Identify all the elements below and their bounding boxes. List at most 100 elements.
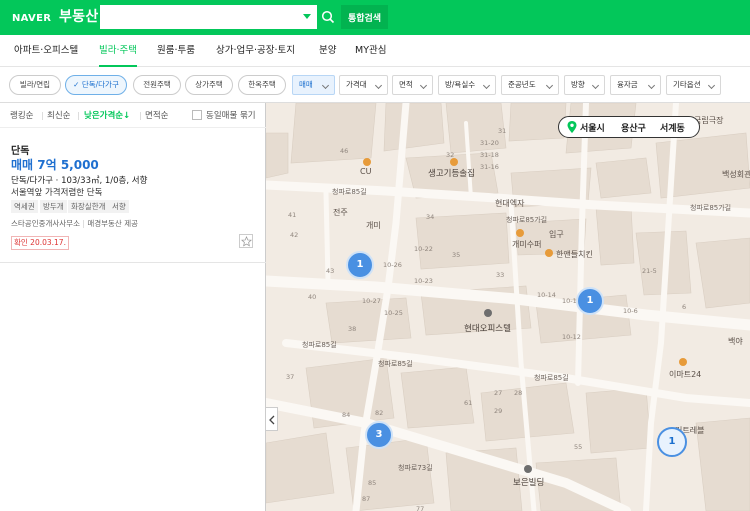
dropdown-direction-label: 방향 bbox=[571, 80, 585, 89]
lot-number: 31-18 bbox=[480, 151, 499, 159]
main-nav: 아파트·오피스텔 빌라·주택 원룸·투룸 상가·업무·공장·토지 분양 MY관심 bbox=[0, 35, 750, 67]
listing-tag: 화장실한개 bbox=[68, 200, 109, 213]
lot-number: 87 bbox=[362, 495, 371, 503]
map-place-baekya[interactable]: 백야 bbox=[728, 336, 743, 347]
sort-bar: 랭킹순 최신순 낮은가격순↓ 면적순 동일매물 묶기 bbox=[0, 103, 266, 128]
confirm-date-badge: 확인 20.03.17. bbox=[11, 236, 69, 250]
search-input[interactable] bbox=[100, 5, 295, 29]
building-icon bbox=[484, 309, 492, 317]
nav-villa-house[interactable]: 빌라·주택 bbox=[99, 35, 137, 67]
panel-collapse-button[interactable] bbox=[266, 407, 278, 431]
location-dong[interactable]: 서계동 bbox=[660, 121, 685, 134]
road-label: 청파로85길 bbox=[378, 360, 413, 368]
map-place-baekseong[interactable]: 백성회관 극장 bbox=[722, 169, 750, 180]
lot-number: 55 bbox=[574, 443, 583, 451]
nav-commercial[interactable]: 상가·업무·공장·토지 bbox=[216, 35, 295, 67]
sort-latest[interactable]: 최신순 bbox=[47, 109, 70, 121]
total-search-button[interactable]: 통합검색 bbox=[341, 5, 388, 29]
lot-number: 10-25 bbox=[384, 309, 403, 317]
lot-number: 33 bbox=[496, 271, 505, 279]
nav-my-interest[interactable]: MY관심 bbox=[355, 35, 386, 67]
map-place-gaemi-super[interactable]: 개미수퍼 bbox=[512, 239, 541, 250]
lot-number: 21-5 bbox=[642, 267, 657, 275]
nav-apt-officetel[interactable]: 아파트·오피스텔 bbox=[14, 35, 78, 67]
chip-detached[interactable]: ✓ 단독/다가구 bbox=[65, 75, 127, 95]
lot-number: 34 bbox=[426, 213, 435, 221]
nav-presale[interactable]: 분양 bbox=[319, 35, 336, 67]
chip-commercial-house[interactable]: 상가주택 bbox=[185, 75, 233, 95]
sort-divider bbox=[140, 112, 141, 120]
lot-number: 10-6 bbox=[623, 307, 638, 315]
lot-number: 6 bbox=[682, 303, 687, 311]
chip-country-house[interactable]: 전원주택 bbox=[133, 75, 181, 95]
sort-low-price[interactable]: 낮은가격순↓ bbox=[84, 109, 130, 121]
lot-number: 29 bbox=[494, 407, 503, 415]
chip-villa[interactable]: 빌라/연립 bbox=[9, 75, 61, 95]
search-dropdown-icon[interactable] bbox=[303, 14, 311, 19]
store-icon bbox=[679, 358, 687, 366]
dropdown-price[interactable]: 가격대 bbox=[339, 75, 388, 95]
map-place-restaurant[interactable]: 생고기등솔집 bbox=[428, 167, 475, 179]
favorite-button[interactable] bbox=[239, 234, 253, 248]
chevron-down-icon bbox=[321, 81, 330, 90]
sort-ranking[interactable]: 랭킹순 bbox=[10, 109, 33, 121]
same-listing-label[interactable]: 동일매물 묶기 bbox=[206, 109, 256, 121]
road-label: 청파로85길 bbox=[534, 374, 569, 382]
dropdown-other-options-label: 기타옵션 bbox=[673, 80, 701, 89]
dropdown-built-year[interactable]: 준공년도 bbox=[501, 75, 559, 95]
dropdown-trade-type[interactable]: 매매 bbox=[292, 75, 335, 95]
restaurant-icon bbox=[545, 249, 553, 257]
nav-oneroom[interactable]: 원룸·투룸 bbox=[157, 35, 195, 67]
logo-brand: NAVER bbox=[12, 13, 52, 24]
listing-cluster-marker[interactable]: 1 bbox=[657, 427, 687, 457]
location-city[interactable]: 서울시 bbox=[580, 121, 605, 134]
lot-number: 37 bbox=[286, 373, 295, 381]
chevron-down-icon bbox=[707, 81, 716, 90]
map-place-hyundae-officetel[interactable]: 현대오피스텔 bbox=[464, 322, 511, 334]
lot-number: 10-23 bbox=[414, 277, 433, 285]
dropdown-area[interactable]: 면적 bbox=[392, 75, 433, 95]
location-district[interactable]: 용산구 bbox=[621, 121, 646, 134]
map-place-jeonju[interactable]: 전주 bbox=[333, 207, 348, 218]
listing-cluster-marker[interactable]: 3 bbox=[365, 421, 393, 449]
location-breadcrumb[interactable]: 서울시 용산구 서계동 bbox=[558, 116, 700, 138]
map-place-emart24[interactable]: 이마트24 bbox=[669, 369, 701, 380]
sort-area[interactable]: 면적순 bbox=[145, 109, 168, 121]
dropdown-rooms[interactable]: 방/욕실수 bbox=[438, 75, 496, 95]
lot-number: 10-12 bbox=[562, 333, 581, 341]
location-pin-icon bbox=[567, 121, 577, 133]
dropdown-direction[interactable]: 방향 bbox=[564, 75, 605, 95]
dropdown-other-options[interactable]: 기타옵션 bbox=[666, 75, 721, 95]
chip-detached-label: 단독/다가구 bbox=[81, 80, 119, 89]
lot-number: 41 bbox=[288, 211, 297, 219]
map-place-gaemi[interactable]: 개미 bbox=[366, 220, 381, 231]
map-place-chicken[interactable]: 한앤들치킨 bbox=[556, 249, 593, 260]
same-listing-checkbox[interactable] bbox=[192, 110, 202, 120]
agency-name[interactable]: 스타공인중개사사무소 bbox=[11, 219, 80, 228]
map-place-cu[interactable]: CU bbox=[360, 167, 371, 176]
listing-card[interactable]: 단독 매매 7억 5,000 단독/다가구 · 103/33㎡, 1/0층, 서… bbox=[0, 128, 266, 263]
listing-spec: 단독/다가구 · 103/33㎡, 1/0층, 서향 bbox=[11, 176, 148, 186]
map-view[interactable]: CU 생고기등솔집 현대엑자 전주 개미 개미수퍼 한앤들치킨 입구 현대오피스… bbox=[266, 103, 750, 511]
dropdown-loan[interactable]: 융자금 bbox=[610, 75, 661, 95]
map-place-boeun-building[interactable]: 보은빌딩 bbox=[513, 476, 544, 488]
lot-number: 32 bbox=[446, 151, 455, 159]
listing-cluster-marker[interactable]: 1 bbox=[346, 251, 374, 279]
dropdown-price-label: 가격대 bbox=[346, 80, 367, 89]
road-label: 청파로85가길 bbox=[506, 216, 548, 224]
chevron-down-icon bbox=[419, 81, 428, 90]
listing-cluster-marker[interactable]: 1 bbox=[576, 287, 604, 315]
road-label: 청파로85길 bbox=[332, 188, 367, 196]
agency-provider: 매경부동산 제공 bbox=[87, 219, 138, 228]
listing-description: 서울역앞 가격저렴한 단독 bbox=[11, 188, 103, 198]
road-label: 청파로73길 bbox=[398, 464, 433, 472]
naver-logo[interactable]: NAVER 부동산 bbox=[12, 8, 99, 28]
dropdown-trade-type-label: 매매 bbox=[299, 80, 313, 89]
map-place-hyundae[interactable]: 현대엑자 bbox=[495, 198, 524, 209]
chevron-down-icon bbox=[591, 81, 600, 90]
sort-divider bbox=[78, 112, 79, 120]
listing-panel: 랭킹순 최신순 낮은가격순↓ 면적순 동일매물 묶기 단독 매매 7억 5,00… bbox=[0, 103, 266, 511]
search-button[interactable] bbox=[317, 5, 339, 29]
dropdown-area-label: 면적 bbox=[399, 80, 413, 89]
chip-hanok[interactable]: 한옥주택 bbox=[238, 75, 286, 95]
